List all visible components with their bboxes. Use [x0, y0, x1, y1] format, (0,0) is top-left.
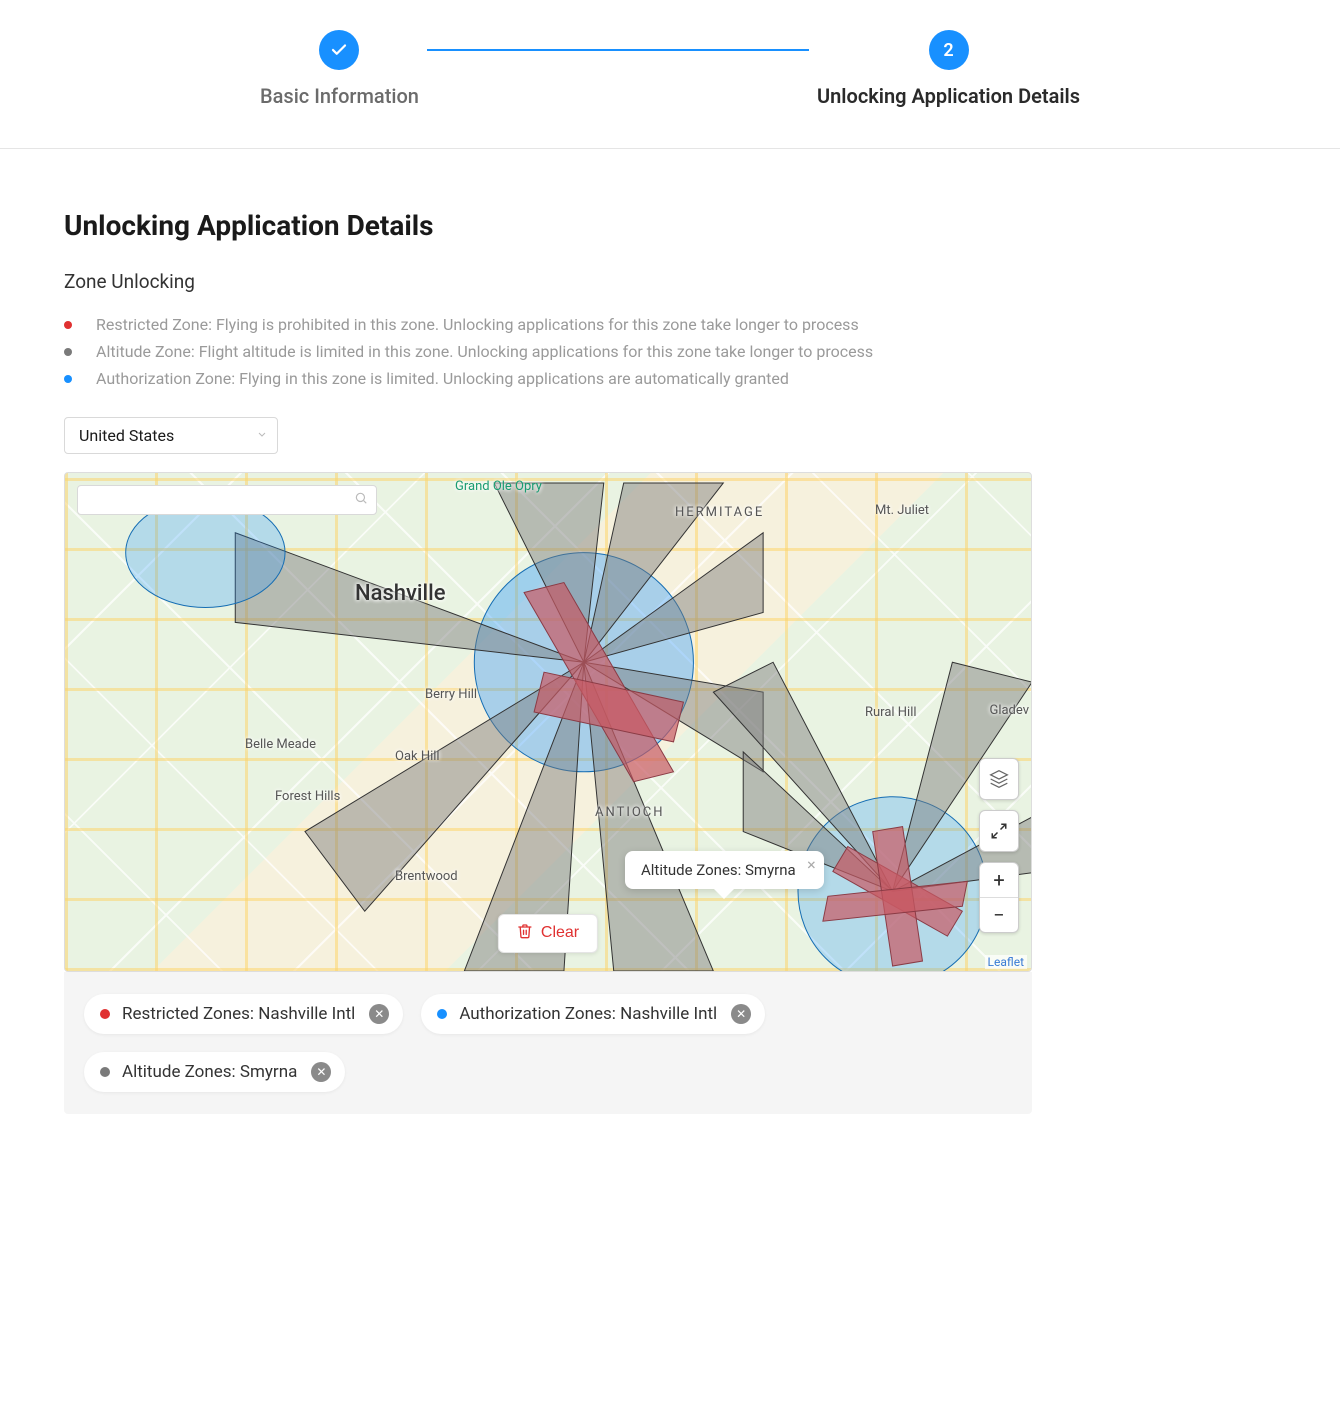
zoom-control: + − — [979, 862, 1019, 933]
step-1-label: Basic Information — [260, 84, 419, 108]
step-2[interactable]: 2 Unlocking Application Details — [817, 30, 1080, 108]
dot-icon — [64, 348, 72, 356]
map-controls: + − — [979, 758, 1019, 933]
step-2-label: Unlocking Application Details — [817, 84, 1080, 108]
section-heading: Zone Unlocking — [64, 270, 1276, 293]
map-label-opry: Grand Ole Opry — [455, 479, 542, 494]
step-2-number: 2 — [929, 30, 969, 70]
legend-restricted: Restricted Zone: Flying is prohibited in… — [64, 311, 1276, 338]
dot-icon — [100, 1009, 110, 1019]
page-title: Unlocking Application Details — [64, 209, 1276, 242]
map-label-foresthills: Forest Hills — [275, 789, 340, 804]
map-label-ruralhill: Rural Hill — [865, 705, 917, 720]
map-label-nashville: Nashville — [355, 581, 446, 606]
map-label-bellemeade: Belle Meade — [245, 737, 316, 752]
tooltip-text: Altitude Zones: Smyrna — [641, 861, 796, 879]
legend-authorization: Authorization Zone: Flying in this zone … — [64, 365, 1276, 392]
map-search-input[interactable] — [77, 485, 377, 515]
map-search-field[interactable] — [88, 492, 346, 508]
layers-control[interactable] — [979, 758, 1019, 800]
map-label-gladev: Gladev — [989, 703, 1029, 718]
legend-altitude: Altitude Zone: Flight altitude is limite… — [64, 338, 1276, 365]
remove-chip-button[interactable]: ✕ — [731, 1004, 751, 1024]
chip-label: Altitude Zones: Smyrna — [122, 1062, 297, 1082]
zoom-in-button[interactable]: + — [980, 863, 1018, 897]
map-label-berryhill: Berry Hill — [425, 687, 477, 702]
remove-chip-button[interactable]: ✕ — [311, 1062, 331, 1082]
remove-chip-button[interactable]: ✕ — [369, 1004, 389, 1024]
zone-chip: Authorization Zones: Nashville Intl ✕ — [421, 994, 765, 1034]
layers-icon[interactable] — [980, 759, 1018, 799]
zone-legend: Restricted Zone: Flying is prohibited in… — [64, 311, 1276, 393]
zone-chip: Restricted Zones: Nashville Intl ✕ — [84, 994, 403, 1034]
map-attribution[interactable]: Leaflet — [985, 955, 1027, 969]
map-label-brentwood: Brentwood — [395, 869, 458, 884]
dot-icon — [100, 1067, 110, 1077]
selected-zones-panel: Restricted Zones: Nashville Intl ✕ Autho… — [64, 972, 1032, 1114]
map-label-hermitage: HERMITAGE — [675, 505, 764, 520]
step-1[interactable]: Basic Information — [260, 30, 419, 108]
country-select-value: United States — [64, 417, 278, 454]
chip-label: Restricted Zones: Nashville Intl — [122, 1004, 355, 1024]
map-label-mtjuliet: Mt. Juliet — [875, 503, 929, 518]
main-content: Unlocking Application Details Zone Unloc… — [0, 149, 1340, 1154]
map-tooltip: Altitude Zones: Smyrna × — [625, 851, 824, 889]
legend-text: Restricted Zone: Flying is prohibited in… — [96, 311, 859, 338]
map[interactable]: Nashville Mt. Juliet Brentwood Belle Mea… — [64, 472, 1032, 972]
zone-chip: Altitude Zones: Smyrna ✕ — [84, 1052, 345, 1092]
close-icon[interactable]: × — [807, 855, 816, 874]
trash-icon — [517, 923, 533, 944]
fullscreen-control[interactable] — [979, 810, 1019, 852]
legend-text: Altitude Zone: Flight altitude is limite… — [96, 338, 873, 365]
clear-button-label: Clear — [541, 924, 579, 942]
zoom-out-button[interactable]: − — [980, 897, 1018, 932]
stepper-bar: Basic Information 2 Unlocking Applicatio… — [0, 0, 1340, 149]
dot-icon — [437, 1009, 447, 1019]
search-icon — [354, 491, 368, 509]
chip-label: Authorization Zones: Nashville Intl — [459, 1004, 717, 1024]
step-connector — [427, 49, 809, 51]
fullscreen-icon[interactable] — [980, 811, 1018, 851]
legend-text: Authorization Zone: Flying in this zone … — [96, 365, 789, 392]
country-select[interactable]: United States — [64, 417, 278, 454]
clear-button[interactable]: Clear — [498, 914, 598, 953]
dot-icon — [64, 375, 72, 383]
dot-icon — [64, 321, 72, 329]
map-label-antioch: ANTIOCH — [595, 805, 665, 820]
map-label-oakhill: Oak Hill — [395, 749, 440, 764]
checkmark-icon — [319, 30, 359, 70]
